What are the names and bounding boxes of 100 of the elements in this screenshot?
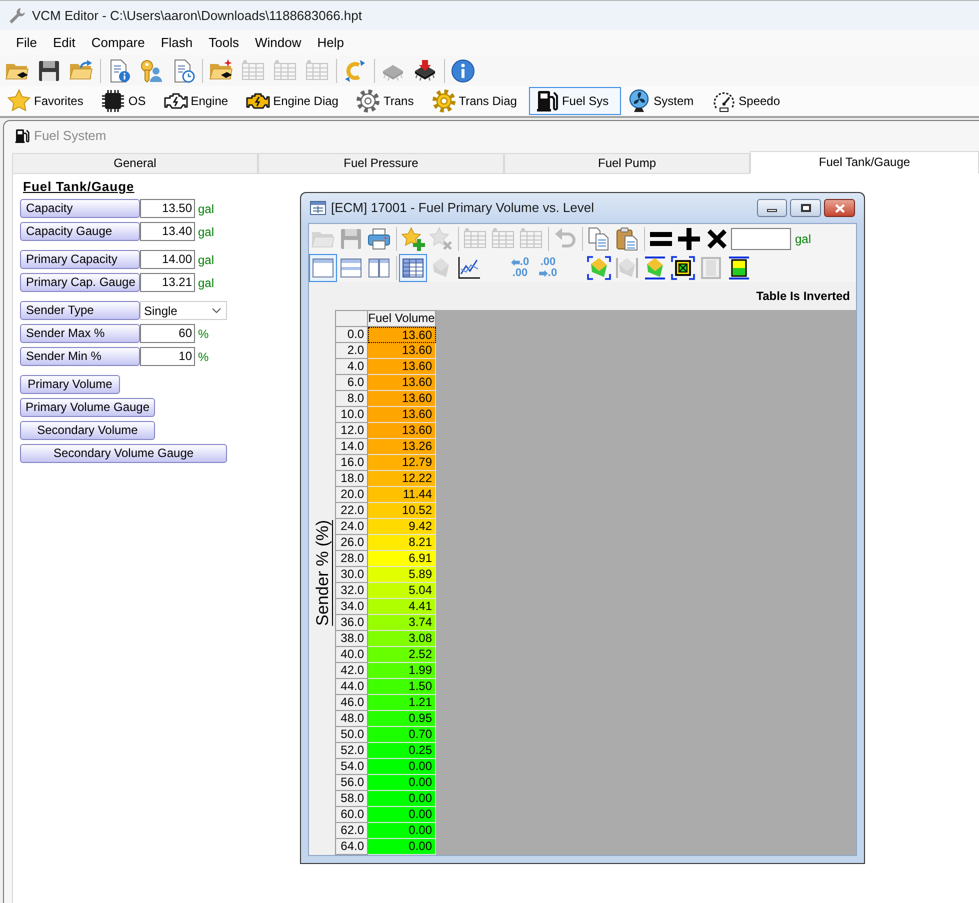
table-cell[interactable]: 2.52 bbox=[368, 647, 436, 663]
field-label-button[interactable]: Sender Max % bbox=[20, 324, 140, 343]
table-button[interactable]: Secondary Volume Gauge bbox=[20, 444, 227, 463]
field-label-button[interactable]: Primary Cap. Gauge bbox=[20, 273, 140, 292]
table-cell[interactable]: 3.08 bbox=[368, 631, 436, 647]
table-cell[interactable]: 5.89 bbox=[368, 567, 436, 583]
window-title: [ECM] 17001 - Fuel Primary Volume vs. Level bbox=[331, 199, 594, 218]
field-label-button[interactable]: Sender Type bbox=[20, 301, 140, 320]
folder-arrow-icon bbox=[69, 58, 93, 82]
module-tab[interactable]: Engine Diag bbox=[240, 87, 350, 115]
close-icon bbox=[834, 204, 844, 212]
table-cell[interactable]: 12.22 bbox=[368, 471, 436, 487]
value-input[interactable] bbox=[731, 228, 791, 250]
table-cell[interactable]: 9.42 bbox=[368, 519, 436, 535]
clipboard-icon bbox=[615, 226, 639, 250]
table-cell[interactable]: 8.21 bbox=[368, 535, 436, 551]
row-header: 6.0 bbox=[336, 375, 368, 391]
module-tab[interactable]: System bbox=[620, 87, 706, 115]
table-cell[interactable]: 13.60 bbox=[368, 375, 436, 391]
module-tab[interactable]: Engine bbox=[158, 87, 240, 115]
tab[interactable]: Fuel Pressure bbox=[258, 153, 504, 174]
menu-item[interactable]: Flash bbox=[152, 32, 201, 52]
value-field[interactable]: 14.00 bbox=[140, 250, 195, 269]
dropdown[interactable]: Single bbox=[140, 301, 227, 320]
value-field[interactable]: 13.40 bbox=[140, 222, 195, 241]
table-cell[interactable]: 4.41 bbox=[368, 599, 436, 615]
arrow-left-icon bbox=[510, 258, 520, 266]
row-header: 64.0 bbox=[336, 839, 368, 855]
table-cell[interactable]: 0.00 bbox=[368, 839, 436, 855]
table-cell[interactable]: 11.44 bbox=[368, 487, 436, 503]
table-cell[interactable]: 13.60 bbox=[368, 359, 436, 375]
table-cell[interactable]: 5.04 bbox=[368, 583, 436, 599]
row-header: 42.0 bbox=[336, 663, 368, 679]
table-cell[interactable]: 0.95 bbox=[368, 711, 436, 727]
field-label-button[interactable]: Primary Capacity bbox=[20, 250, 140, 269]
table-cell[interactable]: 0.70 bbox=[368, 727, 436, 743]
menu-item[interactable]: File bbox=[8, 32, 45, 52]
field-label-button[interactable]: Capacity Gauge bbox=[20, 222, 140, 241]
table-cell[interactable]: 13.60 bbox=[368, 327, 436, 343]
table-view-button[interactable] bbox=[399, 254, 427, 282]
convert-icon bbox=[343, 58, 367, 82]
tab[interactable]: General bbox=[12, 153, 258, 174]
close-button[interactable] bbox=[824, 199, 855, 217]
table-cell[interactable]: 6.91 bbox=[368, 551, 436, 567]
field-label-button[interactable]: Sender Min % bbox=[20, 347, 140, 366]
table-cell[interactable]: 0.00 bbox=[368, 823, 436, 839]
maximize-button[interactable] bbox=[790, 199, 821, 217]
color-map-button[interactable] bbox=[585, 254, 613, 282]
table-button[interactable]: Primary Volume Gauge bbox=[20, 398, 155, 417]
add-favorite-button[interactable] bbox=[399, 224, 427, 252]
table-cell[interactable]: 0.25 bbox=[368, 743, 436, 759]
row-header: 22.0 bbox=[336, 503, 368, 519]
window-rows-icon bbox=[339, 256, 363, 280]
menu-item[interactable]: Edit bbox=[44, 32, 84, 52]
table-cell[interactable]: 0.00 bbox=[368, 759, 436, 775]
table-cell[interactable]: 3.74 bbox=[368, 615, 436, 631]
table-cell[interactable]: 13.26 bbox=[368, 439, 436, 455]
value-field[interactable]: 60 bbox=[140, 324, 195, 343]
module-tab[interactable]: Favorites bbox=[1, 87, 96, 115]
row-header: 34.0 bbox=[336, 599, 368, 615]
menu-item[interactable]: Compare bbox=[83, 32, 153, 52]
module-tab[interactable]: Fuel Sys bbox=[528, 87, 621, 115]
row-header: 56.0 bbox=[336, 775, 368, 791]
table-cell[interactable]: 13.60 bbox=[368, 423, 436, 439]
table-cell[interactable]: 1.99 bbox=[368, 663, 436, 679]
table-cell[interactable]: 10.52 bbox=[368, 503, 436, 519]
module-tab[interactable]: Trans bbox=[350, 87, 426, 115]
unit-label: gal bbox=[198, 224, 214, 240]
cross-view-button[interactable] bbox=[669, 254, 697, 282]
module-tab[interactable]: Trans Diag bbox=[426, 87, 529, 115]
table-cell[interactable]: 13.60 bbox=[368, 391, 436, 407]
menu-item[interactable]: Help bbox=[309, 32, 352, 52]
unit-label: gal bbox=[795, 230, 812, 248]
chip-arrow-icon bbox=[413, 58, 437, 82]
table-cell[interactable]: 1.21 bbox=[368, 695, 436, 711]
value-field[interactable]: 13.50 bbox=[140, 199, 195, 218]
table-button[interactable]: Primary Volume bbox=[20, 375, 120, 394]
module-tab[interactable]: OS bbox=[95, 87, 158, 115]
minimize-button[interactable] bbox=[757, 199, 787, 217]
field-label-button[interactable]: Capacity bbox=[20, 199, 140, 218]
module-tab[interactable]: Speedo bbox=[706, 87, 792, 115]
table-cell[interactable]: 1.50 bbox=[368, 679, 436, 695]
table-button[interactable]: Secondary Volume bbox=[20, 421, 155, 440]
table-cell[interactable]: 0.00 bbox=[368, 807, 436, 823]
table-cell[interactable]: 13.60 bbox=[368, 407, 436, 423]
frame-icon bbox=[699, 256, 723, 280]
table-icon bbox=[463, 226, 487, 250]
value-field[interactable]: 13.21 bbox=[140, 273, 195, 292]
tab[interactable]: Fuel Pump bbox=[504, 153, 750, 174]
row-header: 0.0 bbox=[336, 327, 368, 343]
menu-item[interactable]: Window bbox=[246, 32, 310, 52]
tab[interactable]: Fuel Tank/Gauge bbox=[750, 151, 979, 174]
table-cell[interactable]: 13.60 bbox=[368, 343, 436, 359]
menu-item[interactable]: Tools bbox=[200, 32, 247, 52]
table-cell[interactable]: 12.79 bbox=[368, 455, 436, 471]
column-header: Fuel Volume bbox=[368, 311, 436, 327]
table-cell[interactable]: 0.00 bbox=[368, 775, 436, 791]
value-field[interactable]: 10 bbox=[140, 347, 195, 366]
single-view-button[interactable] bbox=[309, 254, 337, 282]
table-cell[interactable]: 0.00 bbox=[368, 791, 436, 807]
